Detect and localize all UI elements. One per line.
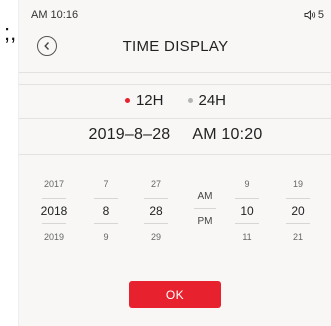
hour-prev: 9	[244, 179, 250, 189]
day-prev: 27	[150, 179, 161, 189]
picker-separator	[42, 223, 66, 224]
unselected-dot	[187, 98, 193, 103]
day-value: 28	[149, 204, 163, 218]
day-picker[interactable]: 27 28 29	[138, 179, 174, 243]
picker-separator	[144, 223, 168, 224]
year-next: 2019	[43, 232, 65, 242]
picker-separator	[144, 198, 168, 199]
current-datetime: 2019–8–28 AM 10:20	[19, 126, 331, 144]
current-time: AM 10:20	[192, 126, 263, 143]
month-picker[interactable]: 7 8 9	[88, 179, 124, 243]
volume-indicator: 5	[304, 9, 324, 21]
picker-separator	[194, 208, 216, 209]
hour-value: 10	[240, 204, 254, 218]
picker-separator	[94, 223, 118, 224]
picker-separator	[42, 198, 66, 199]
month-prev: 7	[103, 179, 109, 189]
picker-separator	[235, 198, 259, 199]
status-time: AM 10:16	[31, 9, 79, 21]
month-value: 8	[102, 204, 110, 218]
format-label: 24H	[198, 92, 227, 109]
year-value: 2018	[40, 204, 68, 218]
day-next: 29	[150, 232, 161, 242]
time-display-screen: AM 10:16 5 TIME DISPLAY 12H 24H 2019–8–2…	[18, 0, 331, 326]
divider	[19, 154, 331, 155]
background-fragment: ;,	[0, 0, 18, 48]
month-next: 9	[103, 232, 109, 242]
divider	[19, 84, 331, 85]
page-title: TIME DISPLAY	[122, 38, 229, 55]
format-option-24h[interactable]: 24H	[187, 92, 227, 109]
current-date: 2019–8–28	[88, 126, 171, 143]
minute-value: 20	[291, 204, 305, 218]
minute-prev: 19	[292, 179, 303, 189]
status-bar: AM 10:16 5	[31, 9, 324, 23]
divider	[19, 118, 331, 119]
hour-next: 11	[242, 232, 252, 242]
background-glyph: ;,	[4, 20, 17, 45]
year-picker[interactable]: 2017 2018 2019	[36, 179, 72, 243]
minute-next: 21	[292, 232, 303, 242]
pm-option: PM	[197, 216, 213, 227]
picker-separator	[286, 223, 310, 224]
selected-dot	[124, 98, 130, 103]
picker-separator	[286, 198, 310, 199]
ok-button[interactable]: OK	[129, 281, 221, 308]
picker-separator	[94, 198, 118, 199]
datetime-picker: 2017 2018 2019 7 8 9 27 28 29 AM PM 9 10…	[19, 179, 331, 243]
format-label: 12H	[135, 92, 164, 109]
format-option-12h[interactable]: 12H	[124, 92, 164, 109]
time-format-selector: 12H 24H	[19, 92, 331, 109]
speaker-icon	[304, 10, 316, 20]
divider	[19, 72, 331, 73]
hour-picker[interactable]: 9 10 11	[229, 179, 265, 243]
volume-level: 5	[317, 9, 324, 21]
year-prev: 2017	[43, 179, 65, 189]
ampm-picker[interactable]: AM PM	[187, 179, 223, 243]
am-option: AM	[197, 191, 213, 202]
minute-picker[interactable]: 19 20 21	[280, 179, 316, 243]
picker-separator	[235, 223, 259, 224]
